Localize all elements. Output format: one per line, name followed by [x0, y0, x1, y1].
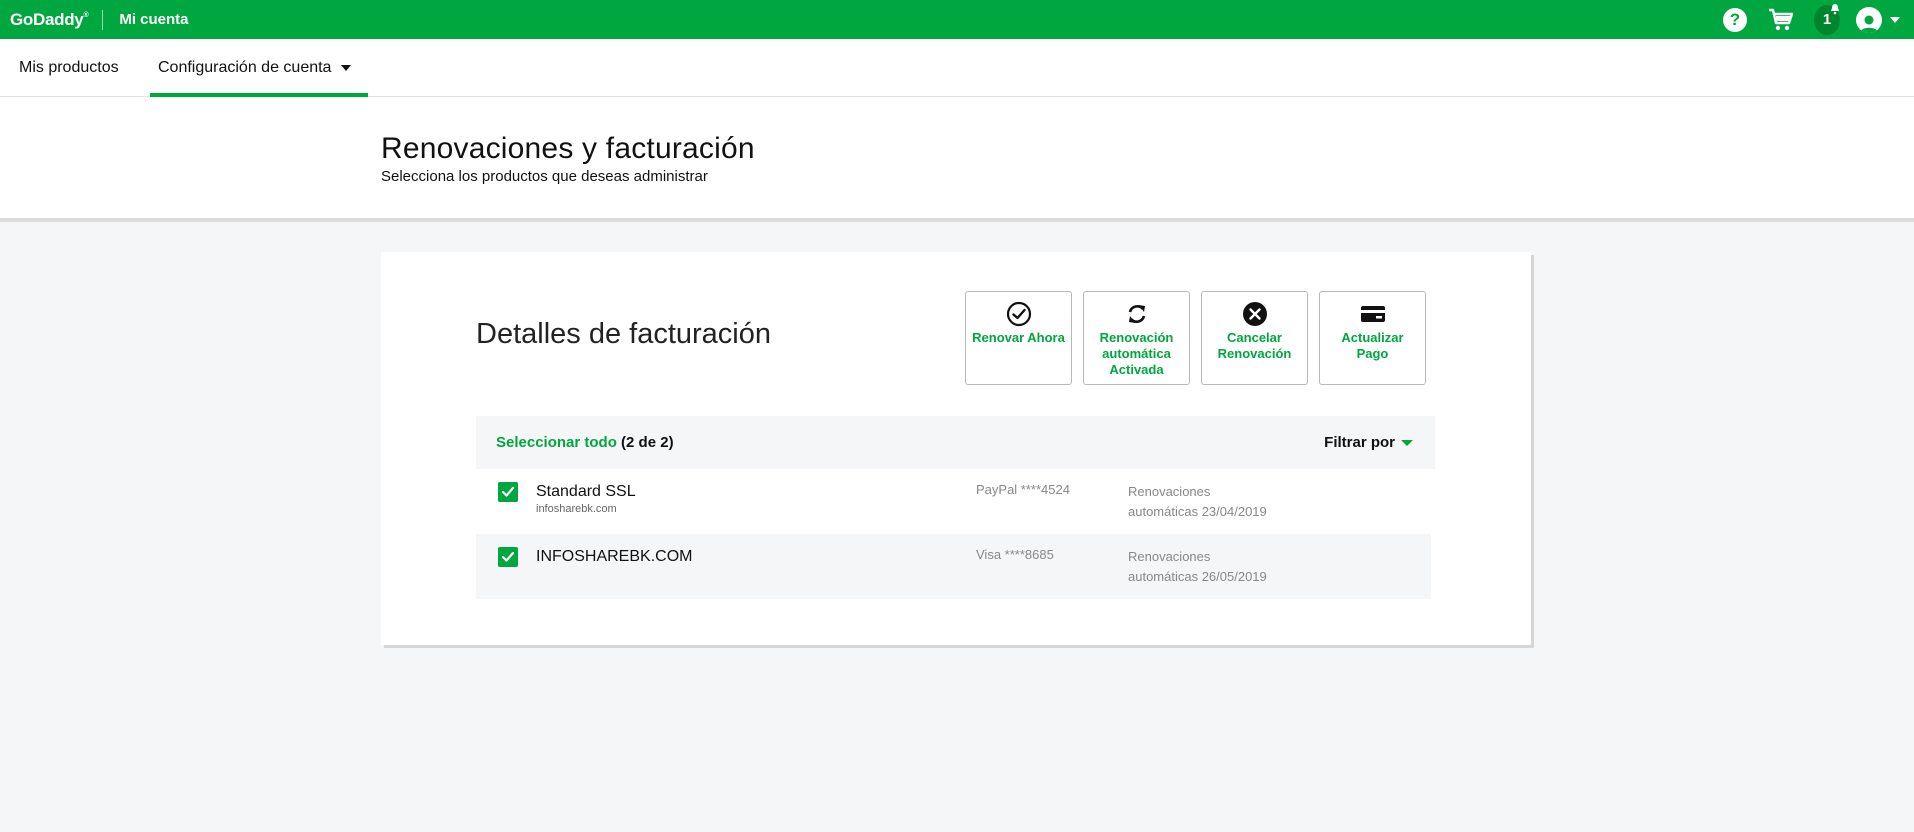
notification-badge: 1	[1814, 3, 1840, 35]
user-icon	[1856, 6, 1882, 33]
checkmark-icon	[501, 551, 515, 562]
auto-renewal-button[interactable]: Renovación automática Activada	[1083, 291, 1190, 385]
selected-count: (2 de 2)	[621, 434, 674, 451]
cancel-renewal-button[interactable]: Cancelar Renovación	[1201, 291, 1308, 385]
renewal-info: Renovaciones automáticas 23/04/2019	[1128, 482, 1308, 522]
product-name: Standard SSL	[536, 483, 636, 500]
refresh-icon	[1128, 305, 1145, 323]
notifications-button[interactable]: 1	[1814, 3, 1840, 35]
table-row: INFOSHAREBK.COM Visa ****8685 Renovacion…	[476, 534, 1431, 599]
account-label[interactable]: Mi cuenta	[119, 11, 188, 28]
renew-now-button[interactable]: Renovar Ahora	[965, 291, 1072, 385]
chevron-down-icon	[1401, 439, 1413, 446]
check-circle-icon	[1006, 301, 1031, 327]
help-button[interactable]: ?	[1722, 7, 1748, 33]
card-title: Detalles de facturación	[476, 318, 771, 350]
cart-icon	[1769, 8, 1794, 30]
billing-details-card: Detalles de facturación Renovar Ahora Re…	[381, 252, 1531, 645]
godaddy-logo[interactable]: GoDaddy®	[10, 10, 89, 30]
renewal-line-2: automáticas 23/04/2019	[1128, 504, 1267, 519]
filter-label: Filtrar por	[1324, 434, 1395, 451]
table-row: Standard SSL infosharebk.com PayPal ****…	[476, 469, 1431, 534]
page-subtitle: Selecciona los productos que deseas admi…	[381, 168, 708, 185]
user-menu[interactable]	[1856, 6, 1900, 33]
update-payment-label: Actualizar Pago	[1341, 330, 1404, 361]
top-bar: GoDaddy® Mi cuenta ? 1	[0, 0, 1914, 39]
select-all-link[interactable]: Seleccionar todo (2 de 2)	[496, 434, 674, 451]
payment-method: Visa ****8685	[976, 547, 1054, 562]
sub-navigation: Mis productos Configuración de cuenta	[0, 39, 1914, 97]
page-title: Renovaciones y facturación	[381, 132, 755, 165]
chevron-down-icon	[1890, 16, 1900, 23]
row-checkbox[interactable]	[498, 547, 518, 567]
tab-my-products-label: Mis productos	[19, 59, 119, 76]
topbar-divider	[102, 9, 104, 30]
cancel-circle-icon	[1242, 302, 1267, 326]
credit-card-icon	[1360, 306, 1385, 322]
topbar-icons: ? 1	[1702, 0, 1900, 39]
auto-renewal-label: Renovación automática Activada	[1099, 330, 1174, 377]
select-all-label: Seleccionar todo	[496, 434, 617, 451]
tab-account-settings[interactable]: Configuración de cuenta	[150, 39, 368, 97]
payment-method: PayPal ****4524	[976, 482, 1070, 497]
list-header: Seleccionar todo (2 de 2) Filtrar por	[476, 416, 1435, 469]
renewal-info: Renovaciones automáticas 26/05/2019	[1128, 547, 1308, 587]
renewal-line-1: Renovaciones	[1128, 549, 1211, 564]
renew-now-label: Renovar Ahora	[972, 330, 1065, 345]
tab-account-settings-label: Configuración de cuenta	[158, 59, 332, 76]
help-icon: ?	[1723, 7, 1747, 32]
renewal-line-1: Renovaciones	[1128, 484, 1211, 499]
page-header: Renovaciones y facturación Selecciona lo…	[0, 97, 1914, 222]
cancel-renewal-label: Cancelar Renovación	[1217, 330, 1292, 361]
row-checkbox[interactable]	[498, 482, 518, 502]
chevron-down-icon	[341, 65, 352, 71]
update-payment-button[interactable]: Actualizar Pago	[1319, 291, 1426, 385]
action-buttons: Renovar Ahora Renovación automática Acti…	[965, 291, 1437, 385]
checkmark-icon	[501, 486, 515, 497]
notification-bell-icon	[1831, 3, 1839, 14]
cart-button[interactable]	[1768, 7, 1794, 33]
product-name: INFOSHAREBK.COM	[536, 548, 693, 565]
product-domain: infosharebk.com	[536, 503, 617, 515]
tab-my-products[interactable]: Mis productos	[19, 39, 119, 97]
filter-dropdown[interactable]: Filtrar por	[1324, 434, 1413, 451]
renewal-line-2: automáticas 26/05/2019	[1128, 569, 1267, 584]
